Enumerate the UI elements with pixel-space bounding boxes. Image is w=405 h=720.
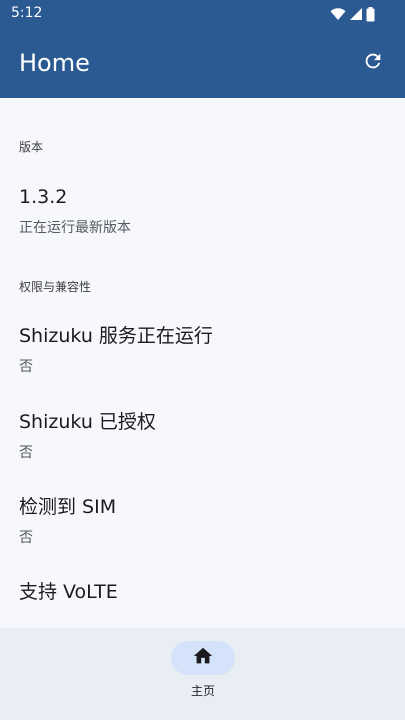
section-header-version: 版本 [19,140,44,154]
nav-item-home[interactable]: 主页 [170,641,236,705]
list-item-subtitle: 正在运行最新版本 [19,220,131,236]
home-icon [192,645,214,671]
list-item-subtitle: 否 [19,445,33,461]
nav-active-indicator [171,641,235,675]
section-header-permissions: 权限与兼容性 [19,280,92,294]
bottom-navigation: 主页 [0,628,405,720]
cellular-signal-icon [349,7,363,21]
page-title: Home [19,49,90,77]
nav-item-label: 主页 [190,684,215,698]
app-bar: 5:12 Home [0,0,405,98]
status-time: 5:12 [11,5,43,21]
list-item-subtitle: 否 [19,359,33,375]
list-item-title: Shizuku 已授权 [19,411,156,433]
list-item-title: 1.3.2 [19,186,68,208]
refresh-button[interactable] [361,51,385,75]
battery-icon [366,6,375,22]
refresh-icon [362,50,384,76]
list-item-subtitle: 否 [19,530,33,546]
status-bar: 5:12 [0,0,405,28]
list-item-title: 支持 VoLTE [19,581,118,603]
list-item-title: Shizuku 服务正在运行 [19,325,213,347]
list-item-title: 检测到 SIM [19,496,117,518]
status-icons [330,6,375,22]
wifi-icon [330,7,346,21]
settings-list: 版本 1.3.2 正在运行最新版本 权限与兼容性 Shizuku 服务正在运行 … [0,98,405,628]
